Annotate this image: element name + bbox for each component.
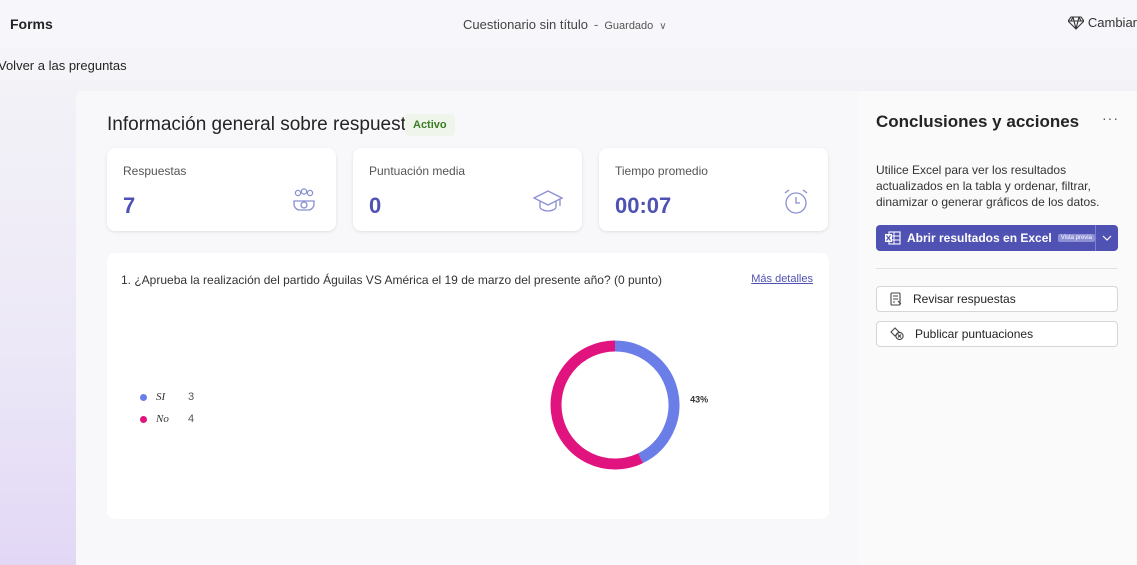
excel-options-dropdown[interactable] — [1095, 225, 1118, 251]
diamond-icon — [1067, 16, 1085, 30]
app-name: Forms — [10, 16, 53, 32]
review-icon — [890, 292, 902, 306]
people-icon — [293, 188, 315, 211]
upgrade-button[interactable]: Cambiar — [1067, 15, 1137, 30]
title-separator: - — [594, 17, 599, 32]
graduation-cap-icon — [532, 190, 564, 212]
legend-swatch — [140, 393, 147, 401]
stat-label: Puntuación media — [369, 164, 466, 178]
legend-item: No 4 — [140, 408, 194, 430]
responses-stat-card[interactable]: Respuestas 7 — [107, 148, 336, 231]
more-options-button[interactable]: ··· — [1102, 110, 1119, 126]
preview-badge: Vista previa — [1057, 234, 1095, 242]
side-panel-title: Conclusiones y acciones — [876, 112, 1080, 131]
stat-value: 0 — [369, 193, 382, 218]
alarm-clock-icon — [784, 189, 808, 214]
legend-label: No — [156, 413, 169, 425]
open-in-excel-label: Abrir resultados en Excel — [907, 231, 1052, 245]
save-status: Guardado — [604, 20, 654, 32]
stat-value: 7 — [123, 193, 136, 218]
average-score-stat-card[interactable]: Puntuación media 0 — [353, 148, 582, 231]
question-summary-card: 1. ¿Aprueba la realización del partido Á… — [107, 253, 829, 519]
review-responses-label: Revisar respuestas — [913, 292, 1016, 306]
legend-label: SI — [156, 391, 166, 403]
chart-legend: SI 3 No 4 — [140, 386, 194, 430]
form-title: Cuestionario sin título — [463, 17, 589, 32]
open-in-excel-button[interactable]: Abrir resultados en Excel Vista previa — [876, 225, 1118, 251]
excel-icon — [885, 231, 901, 245]
upgrade-label: Cambiar — [1087, 15, 1137, 30]
donut-slice-no[interactable] — [550, 340, 643, 470]
back-to-questions-link[interactable]: Volver a las preguntas — [0, 58, 127, 73]
stat-value: 00:07 — [615, 193, 672, 218]
overview-title: Información general sobre respuestas — [107, 114, 426, 135]
legend-swatch — [140, 415, 147, 423]
stat-label: Respuestas — [123, 164, 187, 178]
open-in-excel-main[interactable]: Abrir resultados en Excel Vista previa — [876, 225, 1095, 251]
divider — [876, 268, 1118, 269]
status-badge: Activo — [405, 114, 455, 136]
donut-slice-si[interactable] — [614, 340, 680, 464]
top-bar: Forms Cuestionario sin título - Guardado ∨ … — [0, 0, 1137, 48]
stat-label: Tiempo promedio — [615, 164, 708, 178]
average-time-stat-card[interactable]: Tiempo promedio 00:07 — [599, 148, 828, 231]
side-panel-description: Utilice Excel para ver los resultados ac… — [876, 163, 1100, 209]
review-responses-button[interactable]: Revisar respuestas — [876, 286, 1118, 312]
legend-item: SI 3 — [140, 386, 194, 408]
more-details-link[interactable]: Más detalles — [751, 273, 813, 285]
publish-scores-label: Publicar puntuaciones — [915, 327, 1034, 341]
question-title: 1. ¿Aprueba la realización del partido Á… — [121, 273, 662, 287]
legend-count: 4 — [188, 413, 195, 425]
chevron-down-icon: ∨ — [659, 21, 667, 32]
chevron-down-icon — [1102, 235, 1112, 241]
publish-scores-icon — [890, 327, 904, 341]
publish-scores-button[interactable]: Publicar puntuaciones — [876, 321, 1118, 347]
legend-count: 3 — [188, 391, 195, 403]
donut-percent-label: 43% — [690, 394, 708, 404]
donut-chart: 43%57% — [550, 340, 708, 470]
form-title-menu[interactable]: Cuestionario sin título - Guardado ∨ — [463, 17, 667, 32]
